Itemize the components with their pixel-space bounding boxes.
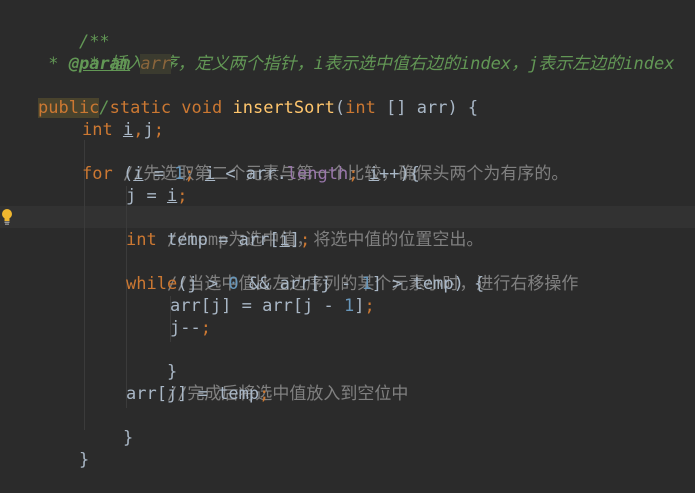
- code-editor[interactable]: /** * 插入排序，定义两个指针，i表示选中值右边的index，j表示左边的i…: [0, 0, 695, 470]
- code-text: (j >: [177, 274, 229, 294]
- code-line-14: arr[j] = arr[j - 1];: [170, 295, 375, 317]
- javadoc-param-name: arr: [140, 54, 172, 74]
- keyword: int: [126, 230, 157, 250]
- punctuation: ;: [200, 318, 211, 338]
- doc-comment-text: *: [38, 54, 69, 74]
- keyword: for: [82, 164, 113, 184]
- keyword: static void: [99, 98, 233, 118]
- number-literal: 1: [361, 274, 372, 294]
- code-text: =: [143, 164, 175, 184]
- code-text: =: [136, 186, 167, 206]
- closing-brace: }: [78, 450, 90, 470]
- variable: i: [279, 230, 290, 250]
- keyword: while: [126, 274, 178, 294]
- variable: i: [133, 164, 144, 184]
- punctuation: ;: [177, 186, 188, 206]
- code-text: arr[j] = arr[j -: [170, 296, 344, 316]
- punctuation: ;: [300, 230, 311, 250]
- field-name: length: [286, 164, 349, 184]
- code-text: [] arr) {: [375, 98, 479, 118]
- code-line-5: public static void insertSort(int [] arr…: [38, 97, 478, 119]
- code-line-18: arr[j] = temp;: [126, 383, 269, 405]
- javadoc-param-tag: @param: [68, 54, 131, 74]
- method-name: insertSort: [232, 98, 335, 118]
- code-text: temp = arr[: [156, 230, 280, 250]
- code-line-9: j = i;: [126, 185, 187, 207]
- variable: i: [122, 120, 134, 140]
- code-text: (: [112, 164, 134, 184]
- code-line-16: }: [126, 339, 177, 382]
- punctuation: ;: [153, 120, 164, 140]
- punctuation: ,: [133, 120, 144, 140]
- punctuation: ;: [184, 164, 205, 184]
- code-line-2: * 插入排序，定义两个指针，i表示选中值右边的index，j表示左边的index: [38, 31, 674, 74]
- code-line-8: for (i = 1; i < arr.length; i++){: [82, 163, 420, 185]
- keyword: int: [345, 98, 376, 118]
- code-line-10: //temp为选中值，将选中值的位置空出。: [126, 207, 483, 250]
- keyword-public: public: [38, 98, 100, 118]
- code-line-1: /**: [38, 9, 110, 52]
- closing-brace: }: [122, 428, 134, 448]
- number-literal: 1: [174, 164, 185, 184]
- code-line-11: int temp = arr[i];: [126, 229, 310, 251]
- punctuation: ;: [364, 296, 375, 316]
- code-text: ]: [289, 230, 301, 250]
- doc-comment-text: [130, 54, 140, 74]
- variable: i: [166, 186, 178, 206]
- number-literal: 0: [228, 274, 239, 294]
- punctuation: ;: [348, 164, 369, 184]
- keyword: int: [82, 120, 123, 140]
- code-line-3: * @param arr: [38, 53, 172, 75]
- code-line-4: */: [38, 75, 109, 118]
- code-line-13: while(j > 0 && arr[j - 1] > temp) {: [126, 273, 484, 295]
- code-text: ]: [354, 296, 365, 316]
- variable: i: [368, 164, 379, 184]
- variable: i: [204, 164, 216, 184]
- punctuation: ;: [259, 384, 270, 404]
- variable: j: [126, 186, 137, 206]
- code-text: < arr.: [215, 164, 287, 184]
- code-line-7: //先选取第二个元素与第一个比较，确保头两个为有序的。: [82, 141, 568, 184]
- code-line-17: //完成后将选中值放入到空位中: [126, 361, 408, 404]
- code-line-12: //当选中值比左边序列的某个元素小时，进行右移操作: [126, 251, 578, 294]
- lightbulb-icon[interactable]: [1, 208, 13, 226]
- code-text: ] > temp) {: [371, 274, 485, 294]
- code-text: arr[j] = temp: [126, 384, 260, 404]
- code-text: j--: [170, 318, 201, 338]
- code-text: ++){: [378, 164, 420, 184]
- code-text: (: [334, 98, 346, 118]
- code-line-19: }: [82, 405, 133, 448]
- code-line-6: int i,j;: [82, 119, 164, 141]
- variable: j: [143, 120, 154, 140]
- code-text: && arr[j -: [238, 274, 362, 294]
- code-line-15: j--;: [170, 317, 211, 339]
- number-literal: 1: [344, 296, 355, 316]
- code-line-20: }: [38, 427, 89, 470]
